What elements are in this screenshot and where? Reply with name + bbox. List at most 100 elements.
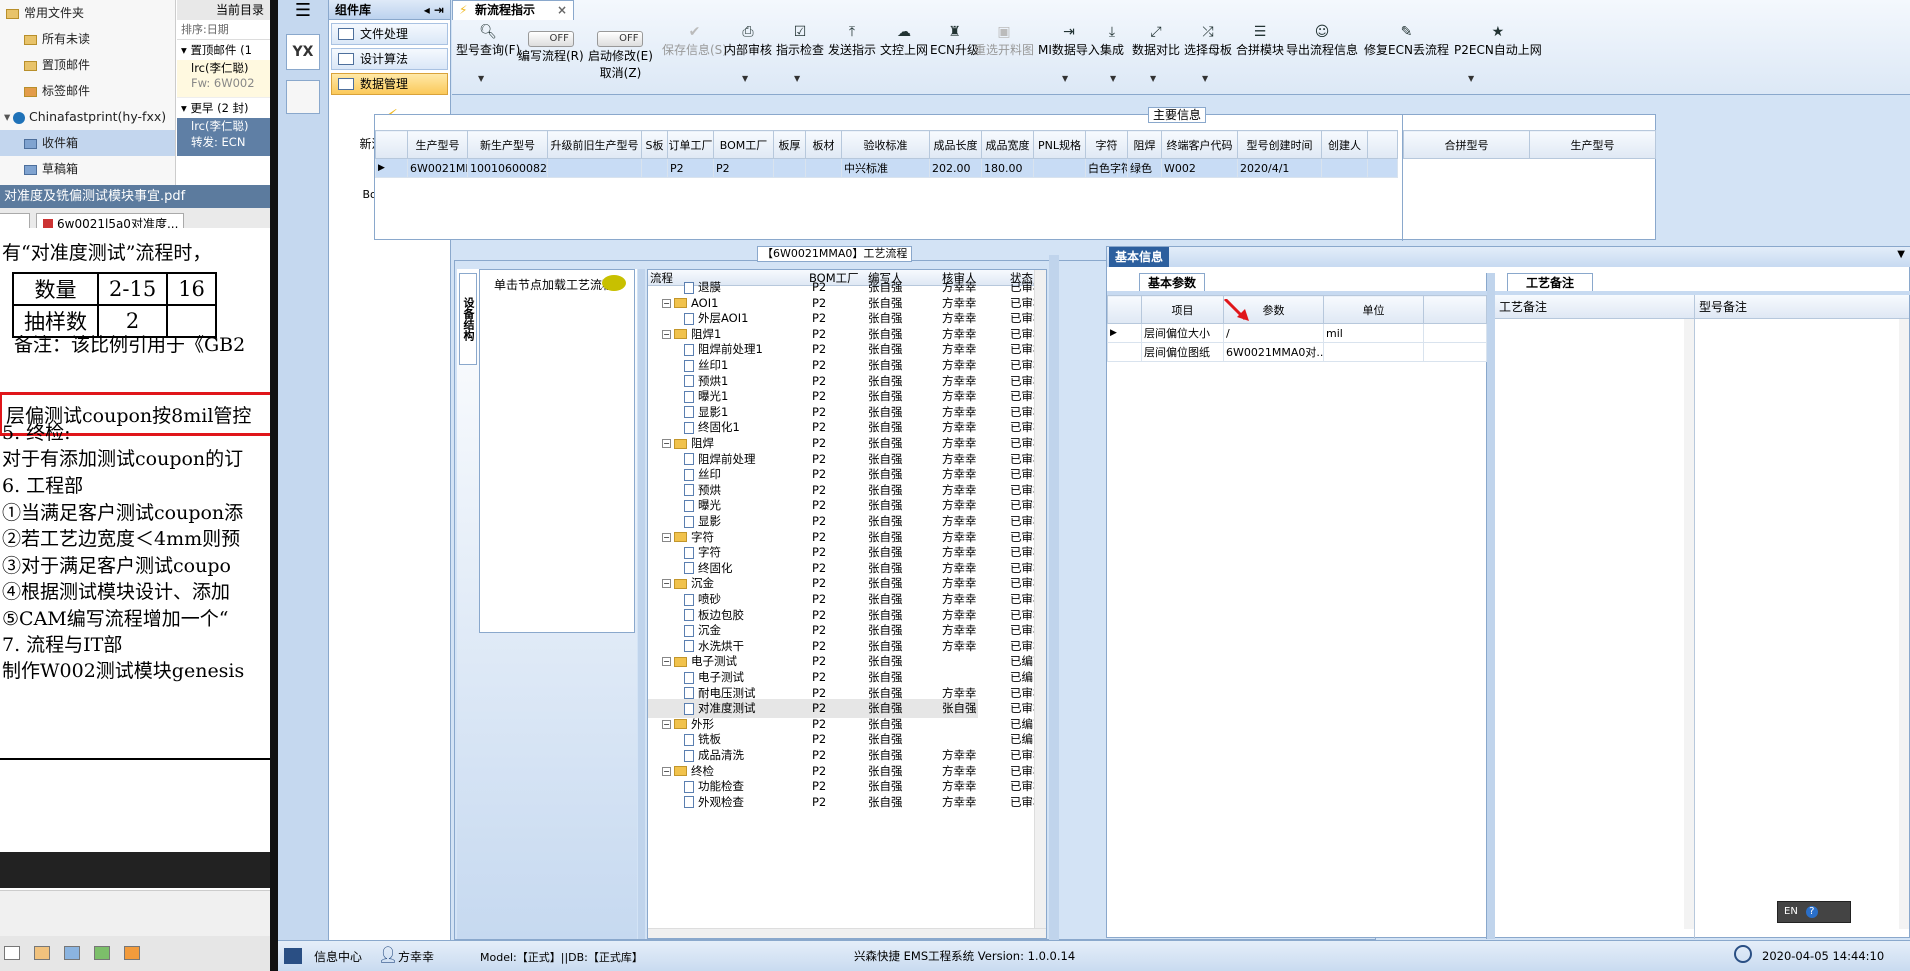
yx-logo-icon[interactable]: YX	[286, 34, 320, 70]
chevron-down-icon[interactable]: ▼	[1202, 74, 1208, 83]
column-header[interactable]: 成品宽度	[981, 130, 1034, 159]
column-header[interactable]: 升级前旧生产型号	[547, 130, 642, 159]
table-cell[interactable]	[773, 158, 806, 178]
send-instruction-button[interactable]: ⤒ 发送指示	[828, 23, 876, 58]
scrollbar[interactable]	[1684, 319, 1694, 929]
scrollbar[interactable]	[1034, 270, 1046, 930]
basic-info-title[interactable]: 基本信息	[1109, 247, 1170, 267]
sort-label[interactable]: 排序:日期	[177, 20, 270, 40]
splitter[interactable]	[1049, 255, 1059, 941]
save-info-button[interactable]: ✔ 保存信息(S)	[662, 23, 727, 58]
help-icon[interactable]: ?	[1805, 906, 1818, 918]
notes-icon[interactable]	[94, 946, 110, 960]
menu-icon[interactable]: ☰	[278, 0, 328, 24]
folder-pinned[interactable]: 置顶邮件	[0, 52, 175, 78]
chevron-down-icon[interactable]: ▼	[1110, 74, 1116, 83]
chevron-down-icon[interactable]: ▼	[1897, 249, 1905, 260]
table-cell[interactable]: 绿色	[1127, 158, 1162, 178]
folder-favorites[interactable]: 常用文件夹	[0, 0, 175, 26]
calendar-icon[interactable]	[64, 946, 80, 960]
table-cell[interactable]: W002	[1161, 158, 1238, 178]
tab-basic-params[interactable]: 基本参数	[1139, 273, 1206, 291]
table-cell[interactable]: 6W0021MMA0	[407, 158, 468, 178]
tab-new-flow[interactable]: ⚡ 新流程指示 ×	[452, 0, 574, 20]
close-icon[interactable]: ×	[557, 1, 567, 19]
chevron-down-icon[interactable]: ▼	[478, 74, 484, 83]
folder-inbox[interactable]: 收件箱	[0, 130, 175, 156]
table-row[interactable]: 层间偏位图纸 6W0021MMA0对...	[1107, 342, 1487, 362]
column-header[interactable]: 验收标准	[841, 130, 930, 159]
column-header[interactable]: 新生产型号	[467, 130, 548, 159]
merge-module-button[interactable]: ☰ 合拼模块	[1236, 23, 1284, 58]
tab-prev[interactable]	[0, 213, 30, 228]
splitter[interactable]	[1487, 273, 1495, 939]
chevron-down-icon[interactable]: ▼	[1150, 74, 1156, 83]
export-flow-button[interactable]: ☺ 导出流程信息	[1286, 23, 1358, 58]
instruction-check-button[interactable]: ☑ 指示检查	[776, 23, 824, 58]
fix-ecn-button[interactable]: ✎ 修复ECN丢流程	[1364, 23, 1449, 58]
table-cell[interactable]: 白色字符	[1085, 158, 1128, 178]
group-updates[interactable]: ▾ 更早 (2 封)	[177, 98, 270, 118]
collapse-icon[interactable]: −	[662, 439, 671, 448]
table-cell[interactable]	[641, 158, 668, 178]
column-header[interactable]: 阻焊	[1127, 130, 1162, 159]
pin-icon[interactable]: ◂ ⇥	[424, 0, 444, 20]
start-modify-toggle[interactable]: OFF 启动修改(E) 取消(Z)	[588, 30, 653, 81]
scrollbar[interactable]	[1899, 319, 1909, 929]
ime-indicator[interactable]: EN?	[1777, 901, 1851, 923]
column-header[interactable]: 生产型号	[407, 130, 468, 159]
rss-icon[interactable]	[124, 946, 140, 960]
hscrollbar[interactable]	[648, 928, 1046, 938]
tab-equipment[interactable]: 设备结构	[459, 273, 477, 365]
mi-import-button[interactable]: ⇥ MI数据导入	[1038, 23, 1100, 58]
collapse-icon[interactable]: −	[662, 657, 671, 667]
column-header[interactable]: 型号创建时间	[1237, 130, 1322, 159]
pdf-toolbar[interactable]	[0, 852, 270, 888]
table-cell[interactable]: 202.00	[929, 158, 982, 178]
grid-icon[interactable]	[284, 948, 302, 964]
tab-process-remarks[interactable]: 工艺备注	[1507, 273, 1594, 291]
column-header[interactable]: PNL规格	[1033, 130, 1086, 159]
account-node[interactable]: ▾ Chinafastprint(hy-fxx)	[0, 104, 175, 130]
comp-file-processing[interactable]: 文件处理	[331, 23, 448, 45]
reselect-cut-button[interactable]: ▣ 重选开料图	[974, 23, 1034, 58]
table-row[interactable]: ▶ 层间偏位大小 / mil	[1107, 323, 1487, 343]
table-cell[interactable]: 180.00	[981, 158, 1034, 178]
calculator-icon[interactable]	[286, 80, 320, 114]
folder-drafts[interactable]: 草稿箱	[0, 156, 175, 182]
collapse-icon[interactable]: −	[662, 298, 671, 308]
group-pinned[interactable]: ▾ 置顶邮件 (1	[177, 40, 270, 60]
process-node[interactable]: 外观检查 P2 张自强 方幸幸 已审核	[648, 793, 1045, 812]
model-query-button[interactable]: 🔍︎ 型号查询(F)	[456, 23, 520, 58]
table-cell[interactable]: 中兴标准	[841, 158, 930, 178]
mail-item[interactable]: lrc(李仁聪) Fw: 6W002	[177, 60, 270, 98]
column-header[interactable]: BOM工厂	[713, 130, 774, 159]
mail-item[interactable]: lrc(李仁聪) 转发: ECN	[177, 118, 270, 156]
info-center-label[interactable]: 信息中心	[314, 948, 362, 965]
folder-tagged[interactable]: 标签邮件	[0, 78, 175, 104]
write-flow-toggle[interactable]: OFF 编写流程(R)	[518, 30, 584, 64]
folder-unread[interactable]: 所有未读	[0, 26, 175, 52]
chevron-down-icon[interactable]: ▼	[1468, 74, 1474, 83]
column-header[interactable]: 板厚	[773, 130, 806, 159]
table-cell[interactable]	[1033, 158, 1086, 178]
table-cell[interactable]	[547, 158, 642, 178]
chevron-down-icon[interactable]: ▼	[1062, 74, 1068, 83]
collapse-icon[interactable]: −	[662, 719, 671, 729]
table-cell[interactable]: P2	[713, 158, 774, 178]
column-header[interactable]: 板材	[805, 130, 842, 159]
collapse-icon[interactable]: −	[662, 766, 671, 776]
data-compare-button[interactable]: ⤢ 数据对比	[1132, 23, 1180, 58]
doc-upload-button[interactable]: ☁ 文控上网	[880, 23, 928, 58]
column-header[interactable]: S板	[641, 130, 668, 159]
column-header[interactable]: 字符	[1085, 130, 1128, 159]
contacts-icon[interactable]	[34, 946, 50, 960]
table-cell[interactable]: 2020/4/1	[1237, 158, 1322, 178]
integrate-button[interactable]: ⤓ 集成	[1100, 23, 1124, 58]
column-header[interactable]: 创建人	[1321, 130, 1368, 159]
column-header[interactable]: 终端客户代码	[1161, 130, 1238, 159]
tab-pdf-document[interactable]: 6w0021l5a0对准度...	[36, 213, 184, 228]
table-cell[interactable]: P2	[667, 158, 714, 178]
column-header[interactable]: 成品长度	[929, 130, 982, 159]
column-header[interactable]: 订单工厂	[667, 130, 714, 159]
